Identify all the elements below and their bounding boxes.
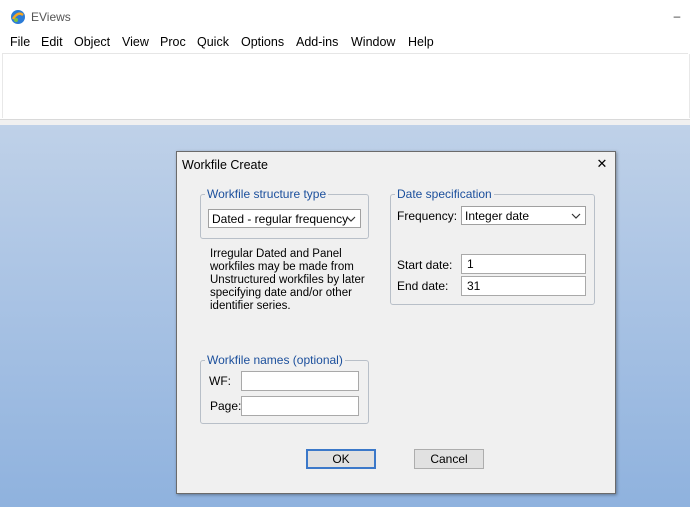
workfile-names-group: Workfile names (optional) WF: Page: (200, 353, 369, 424)
structure-type-group: Workfile structure type Dated - regular … (200, 187, 369, 239)
info-line: identifier series. (210, 300, 291, 312)
title-bar: EViews – (0, 0, 690, 32)
menu-view[interactable]: View (122, 35, 149, 49)
start-date-value: 1 (467, 257, 474, 271)
menu-proc[interactable]: Proc (160, 35, 186, 49)
minimize-button[interactable]: – (670, 6, 684, 26)
end-date-field[interactable]: 31 (461, 276, 586, 296)
info-line: workfiles may be made from (210, 261, 354, 273)
info-line: Irregular Dated and Panel (210, 248, 342, 260)
eviews-app: EViews – File Edit Object View Proc Quic… (0, 0, 690, 507)
close-icon[interactable]: ✕ (595, 155, 609, 173)
wf-label: WF: (209, 374, 231, 388)
ok-button[interactable]: OK (306, 449, 376, 469)
menu-quick[interactable]: Quick (197, 35, 229, 49)
page-name-field[interactable] (241, 396, 359, 416)
menu-help[interactable]: Help (408, 35, 434, 49)
menu-window[interactable]: Window (351, 35, 395, 49)
info-line: specifying date and/or other (210, 287, 352, 299)
page-label: Page: (210, 399, 242, 413)
start-date-field[interactable]: 1 (461, 254, 586, 274)
menu-add-ins[interactable]: Add-ins (296, 35, 338, 49)
structure-type-value: Dated - regular frequency (212, 212, 349, 226)
command-window[interactable] (2, 54, 690, 118)
structure-info-text: Irregular Dated and Panel workfiles may … (210, 248, 370, 313)
frequency-value: Integer date (465, 209, 530, 223)
menu-object[interactable]: Object (74, 35, 110, 49)
structure-type-label: Workfile structure type (205, 187, 329, 201)
frequency-dropdown[interactable]: Integer date (461, 206, 586, 225)
cancel-button[interactable]: Cancel (414, 449, 484, 469)
dialog-title: Workfile Create (182, 158, 268, 172)
start-date-label: Start date: (397, 258, 453, 272)
menu-options[interactable]: Options (241, 35, 284, 49)
window-title: EViews (31, 10, 71, 24)
frequency-label: Frequency: (397, 209, 458, 223)
wf-name-field[interactable] (241, 371, 359, 391)
date-specification-group: Date specification Frequency: Integer da… (390, 187, 595, 305)
chevron-down-icon (346, 216, 356, 222)
eviews-logo-icon (11, 10, 25, 24)
workfile-create-dialog: Workfile Create ✕ Workfile structure typ… (176, 151, 616, 494)
menu-edit[interactable]: Edit (41, 35, 63, 49)
end-date-value: 31 (467, 279, 481, 293)
workfile-names-label: Workfile names (optional) (205, 353, 345, 367)
menu-bar: File Edit Object View Proc Quick Options… (2, 33, 688, 54)
menu-file[interactable]: File (10, 35, 30, 49)
structure-type-dropdown[interactable]: Dated - regular frequency (208, 209, 361, 228)
chevron-down-icon (571, 213, 581, 219)
date-specification-label: Date specification (395, 187, 494, 201)
info-line: Unstructured workfiles by later (210, 274, 365, 286)
end-date-label: End date: (397, 279, 449, 293)
